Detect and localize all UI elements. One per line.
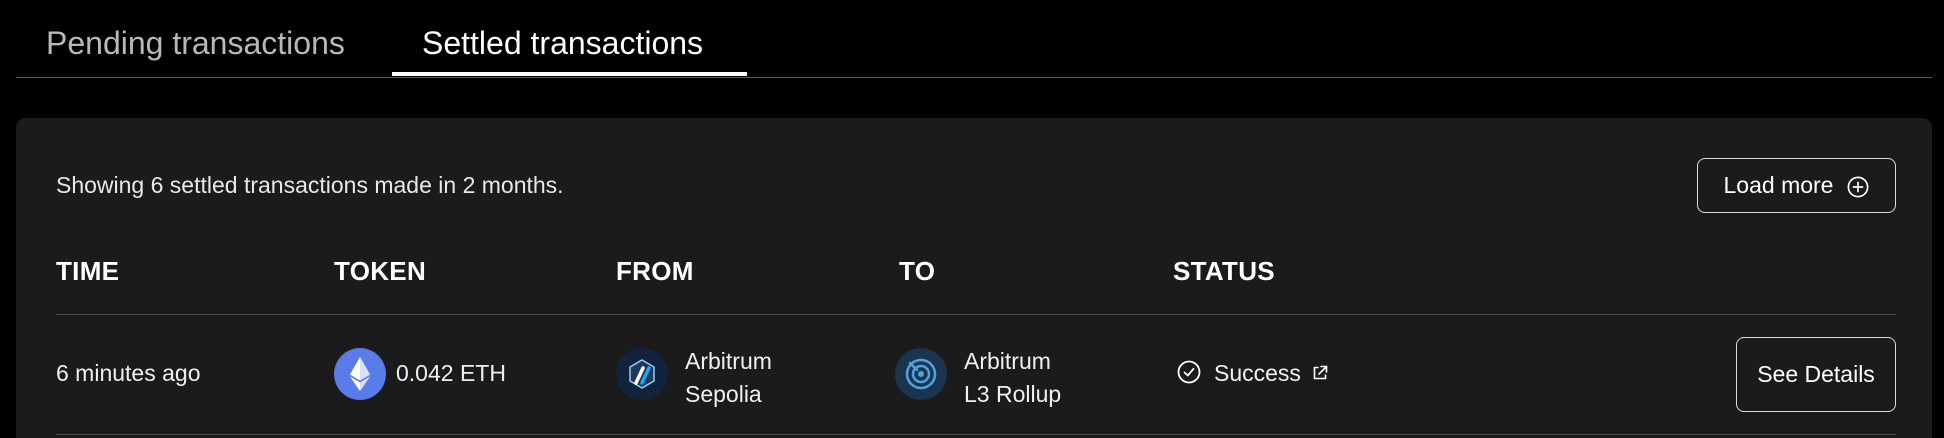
tab-pending-transactions[interactable]: Pending transactions	[46, 25, 345, 62]
check-circle-icon	[1176, 359, 1202, 385]
to-network-subname: L3 Rollup	[964, 381, 1062, 407]
plus-circle-icon	[1847, 175, 1869, 197]
external-link-icon[interactable]	[1310, 363, 1330, 383]
transactions-page: Pending transactions Settled transaction…	[0, 0, 1944, 438]
arbitrum-icon	[616, 348, 668, 400]
column-header-time: TIME	[56, 256, 120, 286]
column-header-from: FROM	[616, 256, 694, 286]
column-header-status: STATUS	[1173, 256, 1275, 286]
active-tab-indicator	[392, 72, 747, 76]
token-amount: 0.042 ETH	[396, 360, 506, 386]
l3-rollup-icon	[895, 348, 947, 400]
to-network: Arbitrum L3 Rollup	[964, 345, 1061, 411]
settled-transactions-panel: Showing 6 settled transactions made in 2…	[16, 118, 1932, 438]
from-network-name: Arbitrum	[685, 348, 772, 374]
see-details-button[interactable]: See Details	[1736, 337, 1896, 412]
tab-settled-transactions[interactable]: Settled transactions	[422, 25, 703, 62]
column-header-token: TOKEN	[334, 256, 427, 286]
to-network-name: Arbitrum	[964, 348, 1051, 374]
ethereum-icon	[334, 348, 386, 400]
header-divider	[56, 314, 1896, 315]
transaction-tabs: Pending transactions Settled transaction…	[16, 0, 1932, 78]
column-header-to: TO	[899, 256, 936, 286]
status-label: Success	[1214, 360, 1301, 386]
load-more-button[interactable]: Load more	[1697, 158, 1896, 213]
row-divider	[56, 434, 1896, 435]
from-network-subname: Sepolia	[685, 381, 762, 407]
transactions-summary: Showing 6 settled transactions made in 2…	[56, 172, 564, 198]
row-time: 6 minutes ago	[56, 360, 201, 386]
load-more-label: Load more	[1723, 172, 1834, 198]
from-network: Arbitrum Sepolia	[685, 345, 772, 411]
